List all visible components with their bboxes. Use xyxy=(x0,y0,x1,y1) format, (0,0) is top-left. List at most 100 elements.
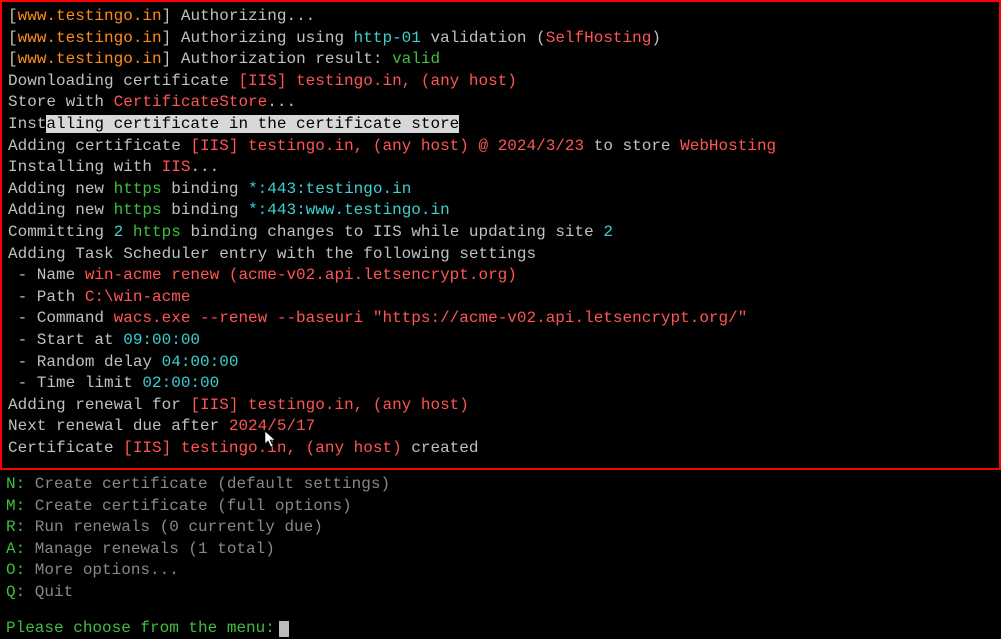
menu-label: Create certificate (default settings) xyxy=(25,475,390,493)
terminal-text-segment: Adding certificate xyxy=(8,137,190,155)
terminal-text-segment: ] xyxy=(162,29,181,47)
terminal-line: [www.testingo.in] Authorization result: … xyxy=(8,49,993,71)
terminal-text-segment: [IIS] testingo.in, (any host) @ 2024/3/2… xyxy=(190,137,584,155)
terminal-text-segment: Adding Task Scheduler entry with the fol… xyxy=(8,245,536,263)
menu-item-q[interactable]: Q: Quit xyxy=(6,582,995,604)
terminal-line: - Path C:\win-acme xyxy=(8,287,993,309)
terminal-text-segment: Authorization result: xyxy=(181,50,392,68)
terminal-line: Adding new https binding *:443:testingo.… xyxy=(8,179,993,201)
menu-item-a[interactable]: A: Manage renewals (1 total) xyxy=(6,539,995,561)
menu-key: R: xyxy=(6,518,25,536)
menu-item-n[interactable]: N: Create certificate (default settings) xyxy=(6,474,995,496)
terminal-text-segment: binding changes to IIS while updating si… xyxy=(181,223,603,241)
menu: N: Create certificate (default settings)… xyxy=(0,470,1001,604)
terminal-text-segment: www.testingo.in xyxy=(18,7,162,25)
terminal-line: - Command wacs.exe --renew --baseuri "ht… xyxy=(8,308,993,330)
terminal-text-segment: ) xyxy=(651,29,661,47)
menu-key: O: xyxy=(6,561,25,579)
terminal-text-segment: binding xyxy=(162,201,248,219)
terminal-text-segment: wacs.exe --renew --baseuri "https://acme… xyxy=(114,309,748,327)
terminal-text-segment: Store with xyxy=(8,93,114,111)
terminal-text-segment: 2024/5/17 xyxy=(229,417,315,435)
terminal-line: Adding certificate [IIS] testingo.in, (a… xyxy=(8,136,993,158)
terminal-text-segment: Adding new xyxy=(8,180,114,198)
terminal-output-frame: [www.testingo.in] Authorizing...[www.tes… xyxy=(0,0,1001,470)
terminal-line: - Random delay 04:00:00 xyxy=(8,352,993,374)
terminal-text-segment: 2 xyxy=(603,223,613,241)
terminal-line: Store with CertificateStore... xyxy=(8,92,993,114)
terminal-line: [www.testingo.in] Authorizing... xyxy=(8,6,993,28)
terminal-text-segment: - Random delay xyxy=(8,353,162,371)
menu-label: More options... xyxy=(25,561,179,579)
terminal-text-segment: win-acme renew (acme-v02.api.letsencrypt… xyxy=(85,266,517,284)
terminal-text-segment xyxy=(123,223,133,241)
terminal-text-segment: http-01 xyxy=(354,29,421,47)
terminal-text-segment: 02:00:00 xyxy=(142,374,219,392)
terminal-text-segment: created xyxy=(402,439,479,457)
terminal-text-segment: Inst xyxy=(8,115,46,133)
terminal-line: Certificate [IIS] testingo.in, (any host… xyxy=(8,438,993,460)
terminal-line: - Start at 09:00:00 xyxy=(8,330,993,352)
terminal-text-segment: [ xyxy=(8,29,18,47)
menu-label: Quit xyxy=(25,583,73,601)
menu-label: Run renewals (0 currently due) xyxy=(25,518,323,536)
menu-key: M: xyxy=(6,497,25,515)
terminal-text-segment: 04:00:00 xyxy=(162,353,239,371)
terminal-text-segment: Certificate xyxy=(8,439,123,457)
terminal-text-segment: https xyxy=(114,201,162,219)
terminal-text-segment: SelfHosting xyxy=(546,29,652,47)
menu-key: N: xyxy=(6,475,25,493)
terminal-text-segment: alling certificate in the certificate st… xyxy=(46,115,459,133)
menu-key: Q: xyxy=(6,583,25,601)
terminal-text-segment: *:443:www.testingo.in xyxy=(248,201,450,219)
terminal-text-segment: validation ( xyxy=(421,29,546,47)
terminal-text-segment: 2 xyxy=(114,223,124,241)
terminal-text-segment: binding xyxy=(162,180,248,198)
terminal-text-segment: to store xyxy=(584,137,680,155)
terminal-text-segment: *:443:testingo.in xyxy=(248,180,411,198)
terminal-text-segment: ... xyxy=(267,93,296,111)
terminal-line: Installing certificate in the certificat… xyxy=(8,114,993,136)
terminal-text-segment: valid xyxy=(392,50,440,68)
terminal-line: - Time limit 02:00:00 xyxy=(8,373,993,395)
terminal-text-segment: www.testingo.in xyxy=(18,29,162,47)
input-cursor[interactable] xyxy=(279,621,289,637)
terminal-text-segment: ] xyxy=(162,50,181,68)
terminal-text-segment: IIS xyxy=(162,158,191,176)
terminal-text-segment: www.testingo.in xyxy=(18,50,162,68)
terminal-text-segment: 09:00:00 xyxy=(123,331,200,349)
terminal-text-segment: ... xyxy=(190,158,219,176)
terminal-text-segment: Committing xyxy=(8,223,114,241)
terminal-text-segment: C:\win-acme xyxy=(85,288,191,306)
terminal-text-segment: [ xyxy=(8,7,18,25)
terminal-line: - Name win-acme renew (acme-v02.api.lets… xyxy=(8,265,993,287)
terminal-text-segment: - Start at xyxy=(8,331,123,349)
terminal-text-segment: WebHosting xyxy=(680,137,776,155)
menu-item-o[interactable]: O: More options... xyxy=(6,560,995,582)
terminal-text-segment: [IIS] testingo.in, (any host) xyxy=(123,439,401,457)
terminal-line: Adding new https binding *:443:www.testi… xyxy=(8,200,993,222)
terminal-line: Adding Task Scheduler entry with the fol… xyxy=(8,244,993,266)
terminal-text-segment: https xyxy=(133,223,181,241)
menu-item-m[interactable]: M: Create certificate (full options) xyxy=(6,496,995,518)
menu-label: Create certificate (full options) xyxy=(25,497,351,515)
terminal-text-segment: Adding renewal for xyxy=(8,396,190,414)
terminal-text-segment: Adding new xyxy=(8,201,114,219)
prompt-text: Please choose from the menu: xyxy=(6,619,275,637)
terminal-text-segment: - Path xyxy=(8,288,85,306)
terminal-text-segment: https xyxy=(114,180,162,198)
terminal-text-segment: [IIS] testingo.in, (any host) xyxy=(190,396,468,414)
terminal-text-segment: Installing with xyxy=(8,158,162,176)
menu-item-r[interactable]: R: Run renewals (0 currently due) xyxy=(6,517,995,539)
menu-prompt: Please choose from the menu: xyxy=(0,618,1001,639)
terminal-line: Adding renewal for [IIS] testingo.in, (a… xyxy=(8,395,993,417)
terminal-text-segment: [ xyxy=(8,50,18,68)
terminal-text-segment: CertificateStore xyxy=(114,93,268,111)
terminal-text-segment: - Time limit xyxy=(8,374,142,392)
terminal-text-segment: - Command xyxy=(8,309,114,327)
terminal-line: Committing 2 https binding changes to II… xyxy=(8,222,993,244)
terminal-line: Next renewal due after 2024/5/17 xyxy=(8,416,993,438)
terminal-text-segment: Downloading certificate xyxy=(8,72,238,90)
menu-key: A: xyxy=(6,540,25,558)
menu-label: Manage renewals (1 total) xyxy=(25,540,275,558)
